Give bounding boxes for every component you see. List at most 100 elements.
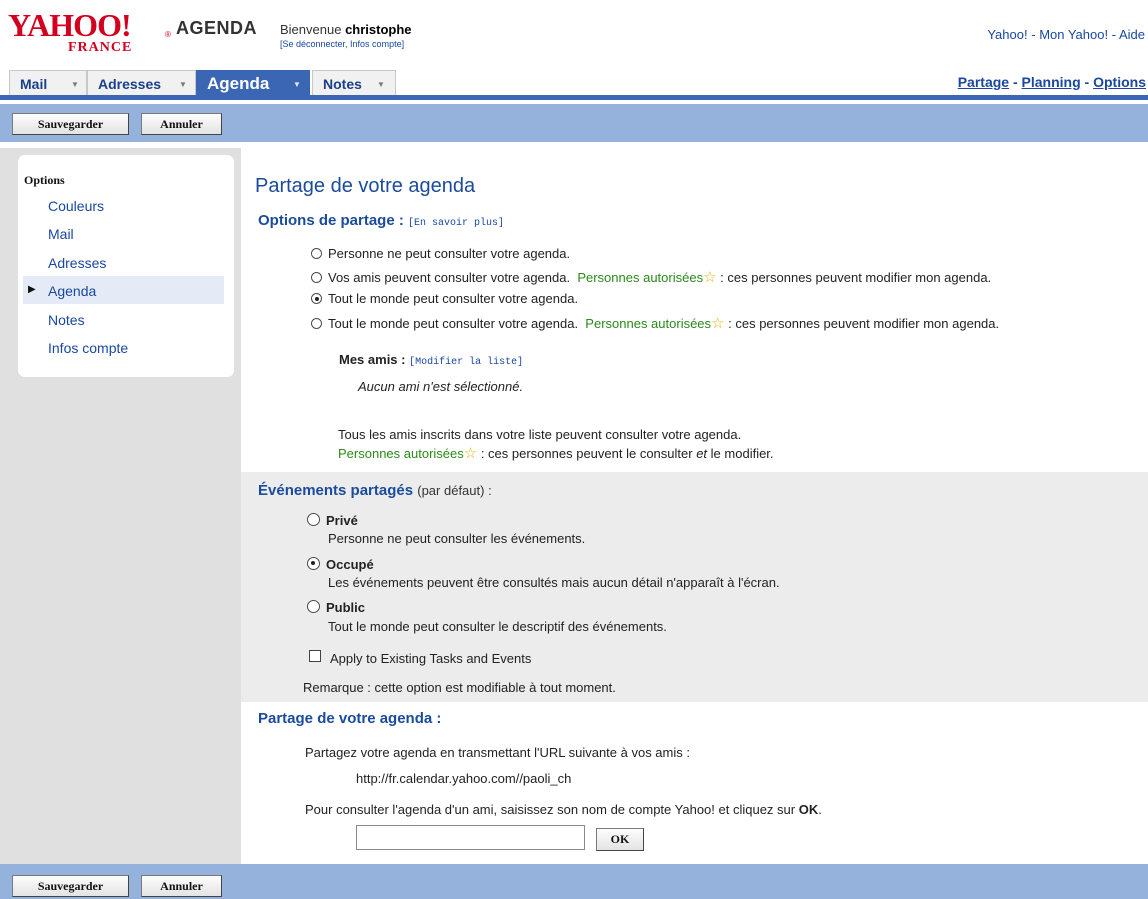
modify-list-link[interactable]: [Modifier la liste] — [409, 357, 523, 368]
share-option-row[interactable]: Vos amis peuvent consulter votre agenda.… — [311, 268, 991, 286]
radio-button-selected[interactable] — [311, 293, 322, 304]
share-options-heading: Options de partage : [En savoir plus] — [258, 212, 504, 229]
section-note: (par défaut) : — [417, 483, 492, 498]
link-options[interactable]: Options — [1093, 74, 1146, 90]
top-action-bar: Sauvegarder Annuler — [0, 104, 1148, 142]
event-option-private[interactable]: Privé — [307, 513, 358, 528]
note-text: : ces personnes peuvent le consulter — [480, 446, 693, 461]
option-suffix: : ces personnes peuvent modifier mon age… — [728, 316, 1000, 331]
apply-existing-label[interactable]: Apply to Existing Tasks and Events — [330, 651, 531, 666]
top-links: Yahoo! - Mon Yahoo! - Aide — [987, 27, 1145, 42]
event-option-public[interactable]: Public — [307, 600, 365, 615]
ok-button[interactable]: OK — [596, 828, 644, 851]
yahoo-logo[interactable]: YAHOO! ® FRANCE — [8, 7, 171, 60]
option-label: Personne ne peut consulter votre agenda. — [328, 246, 571, 261]
sidebar-item-couleurs[interactable]: Couleurs — [23, 191, 224, 219]
option-title: Occupé — [326, 557, 374, 572]
authorized-people-link[interactable]: Personnes autorisées — [577, 270, 703, 285]
star-icon: ☆ — [463, 445, 478, 462]
tab-label: Mail — [20, 76, 48, 92]
option-label: Tout le monde peut consulter votre agend… — [328, 316, 579, 331]
tab-agenda[interactable]: Agenda ▼ — [196, 70, 310, 95]
radio-button[interactable] — [307, 600, 320, 613]
option-description: Tout le monde peut consulter le descript… — [328, 619, 667, 634]
lookup-text: Pour consulter l'agenda d'un ami, saisis… — [305, 802, 796, 817]
apply-existing-checkbox[interactable] — [309, 650, 321, 662]
view-links: Partage - Planning - Options — [958, 74, 1146, 90]
user-name: christophe — [345, 22, 412, 37]
all-friends-note: Tous les amis inscrits dans votre liste … — [338, 427, 742, 442]
friends-label: Mes amis : — [339, 352, 406, 367]
option-title: Public — [326, 600, 366, 615]
event-option-busy[interactable]: Occupé — [307, 557, 374, 572]
logo-registered-mark: ® — [165, 30, 171, 39]
save-button[interactable]: Sauvegarder — [12, 113, 129, 135]
share-option-row[interactable]: Tout le monde peut consulter votre agend… — [311, 291, 578, 306]
sidebar-item-notes[interactable]: Notes — [23, 305, 224, 333]
friends-label-row: Mes amis : [Modifier la liste] — [339, 352, 523, 368]
welcome-text: Bienvenue christophe — [280, 22, 412, 37]
section-title: Événements partagés — [258, 482, 414, 499]
chevron-down-icon[interactable]: ▼ — [179, 80, 187, 89]
bottom-action-bar: Sauvegarder Annuler — [0, 864, 1148, 899]
learn-more-link[interactable]: [En savoir plus] — [408, 218, 504, 229]
option-title: Privé — [326, 513, 358, 528]
account-links[interactable]: [Se déconnecter, Infos compte] — [280, 39, 404, 49]
share-option-row[interactable]: Personne ne peut consulter votre agenda. — [311, 246, 570, 261]
radio-button-selected[interactable] — [307, 557, 320, 570]
authorized-people-link[interactable]: Personnes autorisées — [585, 316, 711, 331]
link-partage[interactable]: Partage — [958, 74, 1009, 90]
sidebar-item-infos-compte[interactable]: Infos compte — [23, 333, 224, 361]
separator: - — [1031, 27, 1036, 42]
shared-events-heading: Événements partagés (par défaut) : — [258, 482, 492, 499]
star-icon: ☆ — [703, 269, 717, 286]
link-yahoo[interactable]: Yahoo! — [987, 27, 1027, 42]
no-friends-text: Aucun ami n'est sélectionné. — [358, 379, 524, 394]
radio-button[interactable] — [311, 248, 322, 259]
top-header: YAHOO! ® FRANCE AGENDA Bienvenue christo… — [0, 0, 1148, 68]
share-agenda-heading: Partage de votre agenda : — [258, 710, 442, 727]
remark-text: Remarque : cette option est modifiable à… — [303, 680, 616, 695]
sidebar-item-mail[interactable]: Mail — [23, 219, 224, 247]
share-option-row[interactable]: Tout le monde peut consulter votre agend… — [311, 314, 999, 332]
cancel-button[interactable]: Annuler — [141, 113, 222, 135]
authorized-people-link[interactable]: Personnes autorisées — [338, 446, 464, 461]
star-icon: ☆ — [711, 315, 725, 332]
section-title: Options de partage : — [258, 212, 404, 229]
radio-button[interactable] — [311, 318, 322, 329]
link-help[interactable]: Aide — [1119, 27, 1145, 42]
current-item-arrow-icon: ▶ — [28, 284, 36, 295]
tab-label: Adresses — [98, 76, 162, 92]
sidebar-heading: Options — [24, 173, 65, 187]
cancel-button[interactable]: Annuler — [141, 875, 222, 897]
note-text: le modifier. — [710, 446, 774, 461]
lookup-end: . — [818, 802, 822, 817]
tab-adresses[interactable]: Adresses ▼ — [87, 70, 196, 95]
lookup-instructions: Pour consulter l'agenda d'un ami, saisis… — [305, 802, 822, 817]
link-planning[interactable]: Planning — [1022, 74, 1081, 90]
chevron-down-icon[interactable]: ▼ — [71, 80, 79, 89]
radio-button[interactable] — [311, 272, 322, 283]
radio-button[interactable] — [307, 513, 320, 526]
link-my-yahoo[interactable]: Mon Yahoo! — [1039, 27, 1108, 42]
chevron-down-icon[interactable]: ▼ — [377, 80, 385, 89]
logo-text: YAHOO! — [8, 7, 132, 43]
share-url: http://fr.calendar.yahoo.com//paoli_ch — [356, 771, 572, 786]
tab-label: Agenda — [207, 74, 270, 93]
lookup-ok-word: OK — [798, 802, 819, 817]
app-name: AGENDA — [176, 18, 258, 38]
main-tabs: Mail ▼ Adresses ▼ Agenda ▼ Notes ▼ Parta… — [0, 70, 1148, 100]
tab-label: Notes — [323, 76, 362, 92]
welcome-prefix: Bienvenue — [280, 22, 342, 37]
logo-country: FRANCE — [68, 40, 133, 55]
separator: - — [1084, 74, 1090, 90]
option-description: Les événements peuvent être consultés ma… — [328, 575, 780, 590]
save-button[interactable]: Sauvegarder — [12, 875, 129, 897]
separator: - — [1012, 74, 1018, 90]
friend-account-input[interactable] — [356, 825, 585, 850]
chevron-down-icon[interactable]: ▼ — [293, 80, 301, 89]
sidebar-item-adresses[interactable]: Adresses — [23, 248, 224, 276]
tab-notes[interactable]: Notes ▼ — [312, 70, 396, 95]
tab-mail[interactable]: Mail ▼ — [9, 70, 87, 95]
sidebar-item-agenda[interactable]: ▶ Agenda — [23, 276, 224, 304]
